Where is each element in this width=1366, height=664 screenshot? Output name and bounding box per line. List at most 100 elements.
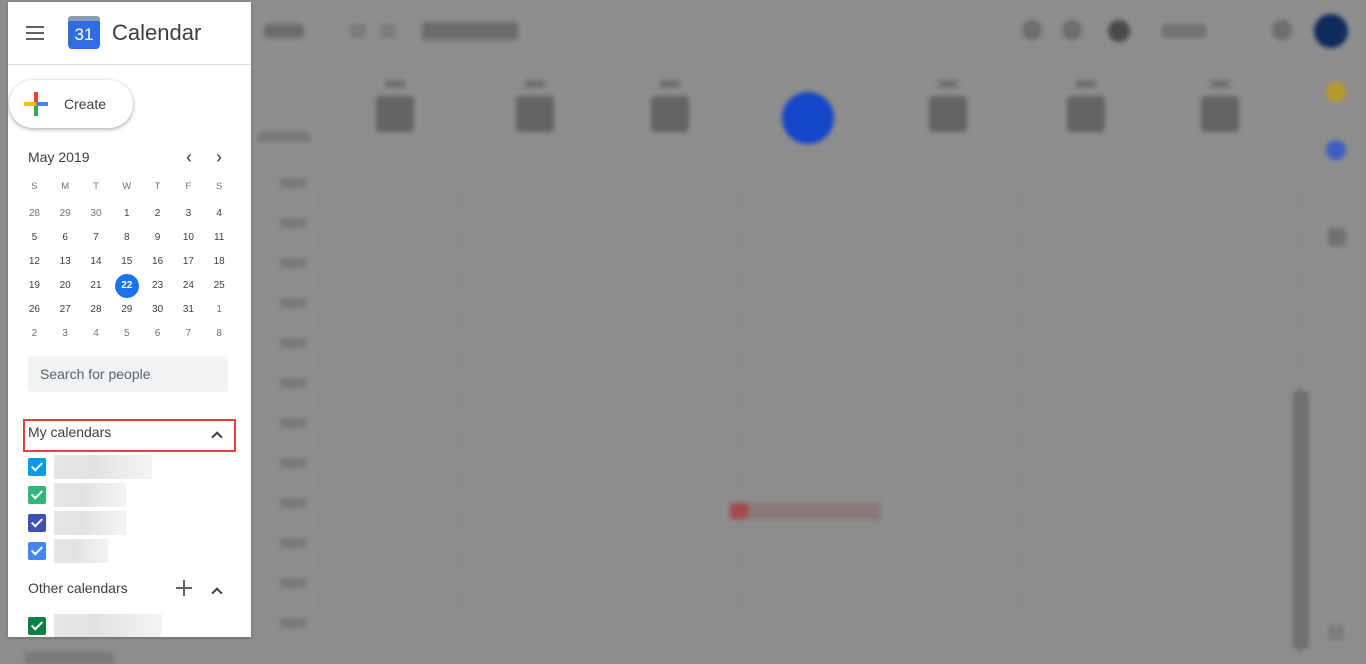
day-cell-today[interactable]: 22: [111, 274, 142, 298]
day-cell[interactable]: 3: [50, 322, 81, 346]
calendar-checkbox[interactable]: [28, 458, 46, 476]
weekday-header: S: [31, 181, 38, 192]
day-number: 5: [124, 328, 130, 339]
day-cell[interactable]: 19: [19, 274, 50, 298]
day-cell[interactable]: 4: [204, 202, 235, 226]
other-calendars-heading: Other calendars: [28, 580, 128, 596]
day-cell[interactable]: 28: [81, 298, 112, 322]
day-cell[interactable]: 26: [19, 298, 50, 322]
day-number: 17: [182, 256, 194, 267]
day-cell[interactable]: 8: [204, 322, 235, 346]
background-avatar: [1314, 14, 1348, 48]
week-row: 19 20 21 22 23 24 25: [19, 274, 235, 298]
day-number: 11: [213, 232, 225, 243]
background-apps-icon: [1272, 20, 1292, 40]
day-cell[interactable]: 1: [204, 298, 235, 322]
day-cell[interactable]: 27: [50, 298, 81, 322]
day-cell[interactable]: 11: [204, 226, 235, 250]
chevron-up-icon[interactable]: [209, 583, 225, 599]
chevron-up-icon[interactable]: [209, 427, 225, 443]
calendar-list-item[interactable]: [28, 539, 228, 563]
calendar-checkbox[interactable]: [28, 617, 46, 635]
day-number: 8: [216, 328, 222, 339]
chevron-right-icon[interactable]: ›: [209, 148, 229, 168]
day-number: 21: [90, 280, 102, 291]
day-cell[interactable]: 13: [50, 250, 81, 274]
plus-icon[interactable]: [176, 580, 192, 596]
calendar-list-item[interactable]: [28, 614, 228, 637]
calendar-checkbox[interactable]: [28, 514, 46, 532]
day-cell[interactable]: 14: [81, 250, 112, 274]
weekday-header: F: [185, 181, 192, 192]
day-number: 20: [59, 280, 71, 291]
mini-calendar-grid: SMTWTFS 28 29 30 1 2 3 4 5 6 7 8 9 10 11 12 13 14 15 16 17 1…: [19, 178, 235, 346]
day-cell[interactable]: 2: [19, 322, 50, 346]
background-expand-icon: [1328, 625, 1344, 641]
background-scrollbar: [1293, 390, 1309, 650]
week-row: 26 27 28 29 30 31 1: [19, 298, 235, 322]
background-day-header: [1200, 80, 1240, 140]
day-cell[interactable]: 2: [142, 202, 173, 226]
background-settings-icon: [1108, 20, 1130, 42]
redacted-calendar-name: [54, 614, 162, 637]
day-cell[interactable]: 6: [50, 226, 81, 250]
day-cell[interactable]: 10: [173, 226, 204, 250]
day-cell[interactable]: 23: [142, 274, 173, 298]
day-cell[interactable]: 5: [111, 322, 142, 346]
day-cell[interactable]: 29: [50, 202, 81, 226]
day-cell[interactable]: 28: [19, 202, 50, 226]
day-number: 10: [182, 232, 194, 243]
day-number: 29: [121, 304, 133, 315]
day-cell[interactable]: 15: [111, 250, 142, 274]
day-number: 3: [62, 328, 68, 339]
calendar-list-item[interactable]: [28, 511, 228, 535]
day-cell[interactable]: 7: [81, 226, 112, 250]
day-cell[interactable]: 5: [19, 226, 50, 250]
redacted-calendar-name: [54, 511, 126, 535]
week-row: 2 3 4 5 6 7 8: [19, 322, 235, 346]
create-button[interactable]: Create: [9, 80, 133, 128]
day-number: 7: [185, 328, 192, 339]
day-cell[interactable]: 6: [142, 322, 173, 346]
background-day-header: [515, 80, 555, 140]
day-cell[interactable]: 29: [111, 298, 142, 322]
chevron-left-icon[interactable]: ‹: [179, 148, 199, 168]
day-number: 3: [185, 208, 192, 219]
search-people-input[interactable]: [28, 356, 228, 392]
day-cell[interactable]: 9: [142, 226, 173, 250]
weekday-header: W: [122, 181, 132, 192]
background-help-icon: [1062, 20, 1082, 40]
day-cell[interactable]: 21: [81, 274, 112, 298]
day-cell[interactable]: 3: [173, 202, 204, 226]
background-prev-icon: [350, 24, 366, 38]
day-cell[interactable]: 7: [173, 322, 204, 346]
day-cell[interactable]: 4: [81, 322, 112, 346]
background-view-select: [1162, 24, 1206, 38]
redacted-calendar-name: [54, 455, 152, 479]
day-cell[interactable]: 30: [142, 298, 173, 322]
day-cell[interactable]: 25: [204, 274, 235, 298]
hamburger-menu-icon[interactable]: [24, 22, 46, 44]
calendar-checkbox[interactable]: [28, 486, 46, 504]
day-number: 14: [90, 256, 102, 267]
calendar-list-item[interactable]: [28, 483, 228, 507]
day-cell[interactable]: 31: [173, 298, 204, 322]
calendar-list-item[interactable]: [28, 455, 228, 479]
day-cell[interactable]: 18: [204, 250, 235, 274]
day-cell[interactable]: 20: [50, 274, 81, 298]
day-cell[interactable]: 17: [173, 250, 204, 274]
day-cell[interactable]: 16: [142, 250, 173, 274]
calendar-checkbox[interactable]: [28, 542, 46, 560]
day-cell[interactable]: 30: [81, 202, 112, 226]
day-cell[interactable]: 1: [111, 202, 142, 226]
day-cell[interactable]: 24: [173, 274, 204, 298]
my-calendars-heading[interactable]: My calendars: [28, 424, 111, 440]
day-cell[interactable]: 12: [19, 250, 50, 274]
background-search-icon: [1022, 20, 1042, 40]
background-day-header: [928, 80, 968, 140]
day-number: 9: [154, 232, 161, 243]
day-number: 6: [62, 232, 68, 243]
day-cell[interactable]: 8: [111, 226, 142, 250]
mini-calendar-month: May 2019: [28, 149, 90, 165]
plus-multicolor-icon: [24, 92, 48, 116]
